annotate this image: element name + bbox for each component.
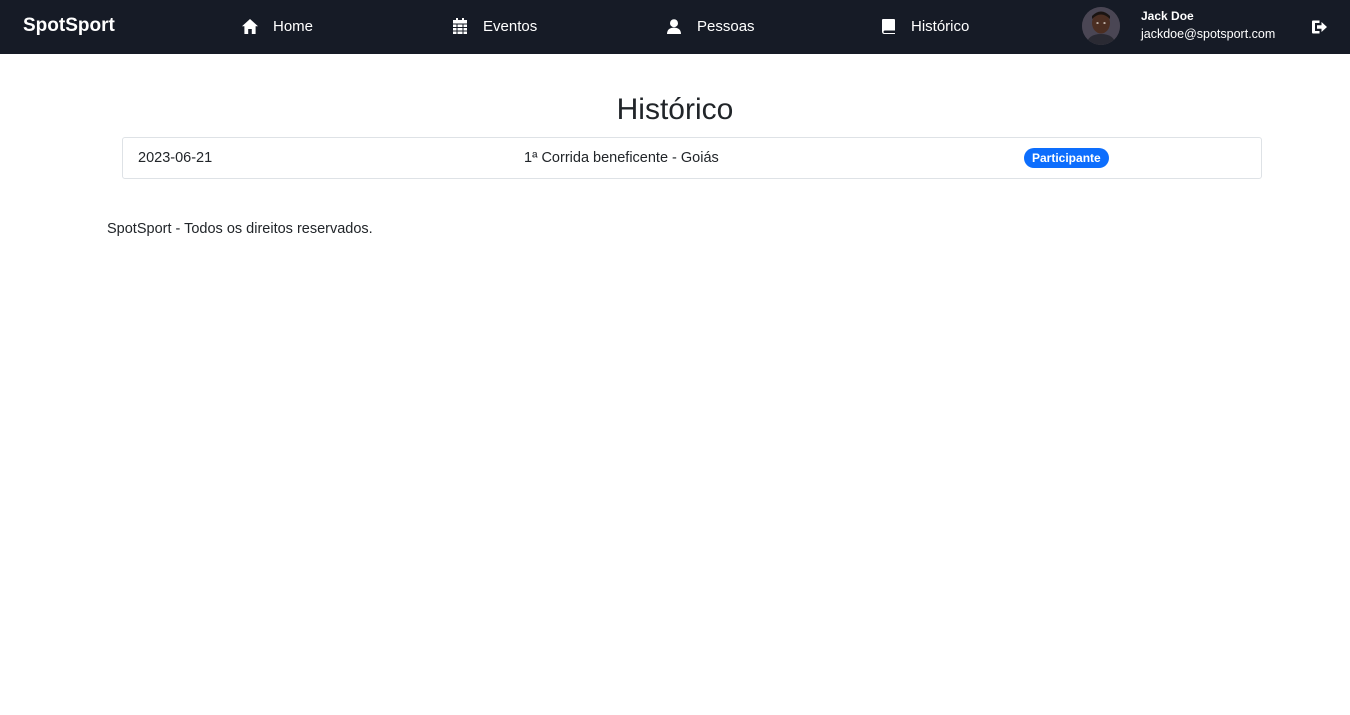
user-avatar[interactable] xyxy=(1082,7,1120,45)
home-icon xyxy=(242,18,258,34)
nav-item-label: Eventos xyxy=(483,17,538,35)
nav-item-home[interactable]: Home xyxy=(242,15,313,37)
nav-item-pessoas[interactable]: Pessoas xyxy=(666,15,755,37)
nav-item-label: Pessoas xyxy=(697,17,755,35)
history-date: 2023-06-21 xyxy=(138,150,213,166)
logout-button[interactable] xyxy=(1311,19,1328,35)
history-list: 2023-06-21 1ª Corrida beneficente - Goiá… xyxy=(122,137,1262,179)
book-icon xyxy=(880,18,896,34)
history-row: 2023-06-21 1ª Corrida beneficente - Goiá… xyxy=(122,137,1262,179)
footer-copyright: SpotSport - Todos os direitos reservados… xyxy=(107,221,373,237)
brand-logo[interactable]: SpotSport xyxy=(23,14,115,38)
nav-item-label: Histórico xyxy=(911,17,970,35)
person-icon xyxy=(666,18,682,34)
nav-item-historico[interactable]: Histórico xyxy=(880,15,969,37)
user-name: Jack Doe xyxy=(1141,9,1194,23)
history-event-name: 1ª Corrida beneficente - Goiás xyxy=(524,150,719,166)
participant-badge: Participante xyxy=(1024,148,1109,168)
nav-item-label: Home xyxy=(273,17,314,35)
nav-item-eventos[interactable]: Eventos xyxy=(452,15,537,37)
top-navbar: SpotSport Home Eventos Pessoas Histórico… xyxy=(0,0,1350,54)
page-title: Histórico xyxy=(616,93,734,126)
calendar-icon xyxy=(452,18,468,34)
user-email: jackdoe@spotsport.com xyxy=(1141,27,1276,41)
logout-icon xyxy=(1311,20,1328,39)
